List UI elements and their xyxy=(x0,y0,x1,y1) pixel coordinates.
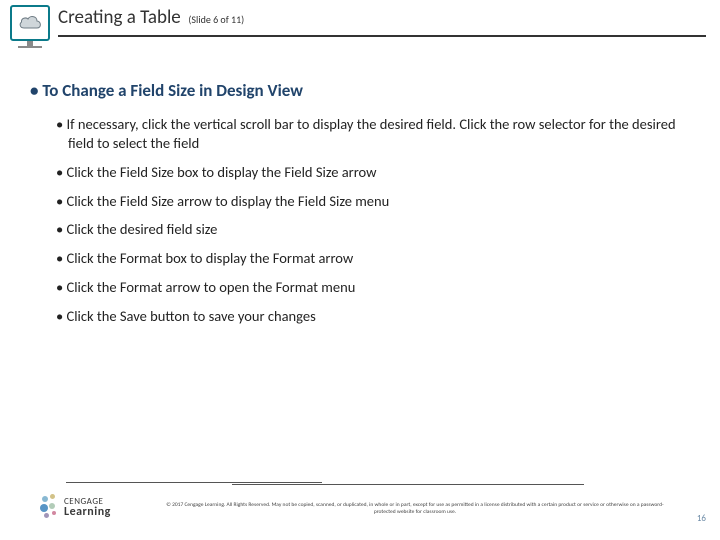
brand-text: CENGAGE Learning xyxy=(64,497,111,518)
brand-mark-icon xyxy=(40,494,60,520)
title-underline xyxy=(58,35,706,37)
list-item: Click the Format box to display the Form… xyxy=(56,249,696,268)
list-item: Click the Format arrow to open the Forma… xyxy=(56,278,696,297)
brand-line-2: Learning xyxy=(64,506,111,518)
list-item: Click the Field Size arrow to display th… xyxy=(56,192,696,211)
app-icon-frame xyxy=(10,5,50,41)
list-item: Click the Save button to save your chang… xyxy=(56,307,696,326)
list-item: Click the Field Size box to display the … xyxy=(56,163,696,182)
body-heading: To Change a Field Size in Design View xyxy=(30,80,696,101)
brand-logo: CENGAGE Learning xyxy=(40,492,111,522)
list-item: Click the desired field size xyxy=(56,220,696,239)
cloud-icon xyxy=(17,14,43,32)
page-number: 16 xyxy=(697,513,706,524)
bullet-list: If necessary, click the vertical scroll … xyxy=(56,115,696,326)
slide-counter: (Slide 6 of 11) xyxy=(188,13,244,26)
copyright-text: © 2017 Cengage Learning. All Rights Rese… xyxy=(160,502,670,516)
slide-header: Creating a Table (Slide 6 of 11) xyxy=(0,0,720,50)
footer-rules xyxy=(40,482,680,486)
slide-title: Creating a Table xyxy=(58,6,181,29)
monitor-stand-icon xyxy=(16,41,44,51)
slide-title-wrap: Creating a Table (Slide 6 of 11) xyxy=(58,6,700,29)
slide-body: To Change a Field Size in Design View If… xyxy=(30,80,696,336)
slide-footer: CENGAGE Learning © 2017 Cengage Learning… xyxy=(0,482,720,534)
list-item: If necessary, click the vertical scroll … xyxy=(56,115,696,153)
